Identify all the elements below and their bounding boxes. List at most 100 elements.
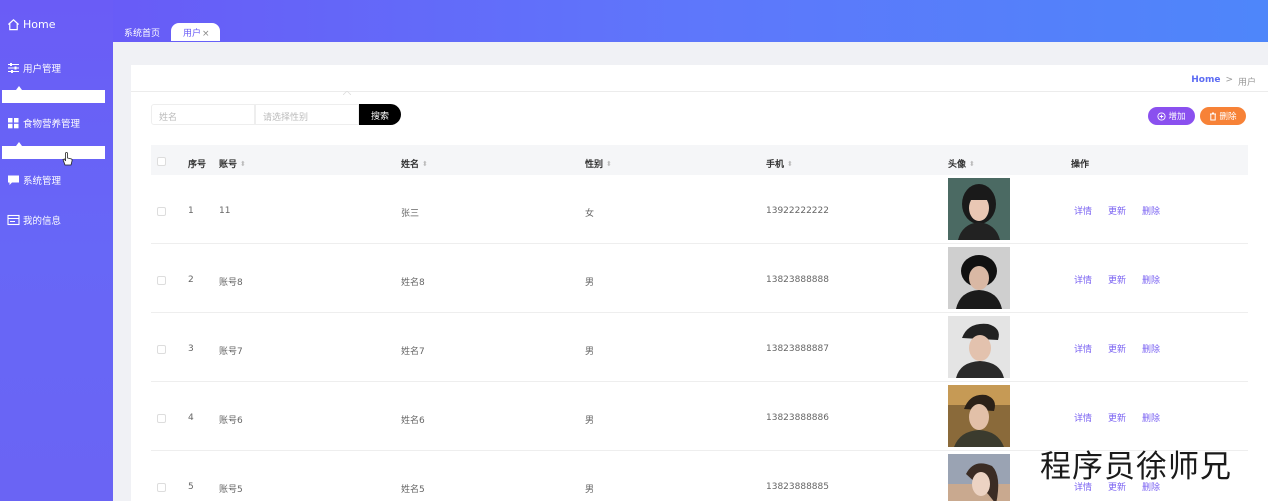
table-header: 序号 账号 ⬍ 姓名 ⬍ 性别 ⬍ 手机 ⬍ 头像 ⬍ 操作	[151, 145, 1248, 175]
plus-circle-icon	[1157, 111, 1167, 121]
update-link[interactable]: 更新	[1108, 273, 1126, 286]
cell-account: 账号6	[219, 416, 243, 426]
header-account[interactable]: 账号 ⬍	[219, 157, 246, 171]
cell-phone: 13823888887	[766, 344, 829, 354]
avatar	[948, 454, 1010, 501]
card-icon	[7, 214, 20, 226]
sidebar-item-label: 系统管理	[23, 176, 62, 187]
submenu-item[interactable]	[2, 86, 105, 103]
row-checkbox[interactable]	[157, 414, 166, 423]
search-button[interactable]: 搜索	[359, 104, 401, 125]
sidebar-item-food-nutrition[interactable]: 食物营养管理	[7, 116, 80, 130]
tab-user[interactable]: 用户×	[171, 23, 220, 41]
cell-index: 3	[188, 344, 194, 354]
row-checkbox[interactable]	[157, 276, 166, 285]
sidebar-item-system-management[interactable]: 系统管理	[7, 173, 61, 187]
cell-name: 姓名8	[401, 278, 425, 288]
row-checkbox[interactable]	[157, 483, 166, 492]
cell-name: 张三	[401, 209, 420, 219]
cell-account: 账号5	[219, 485, 243, 495]
detail-link[interactable]: 详情	[1074, 273, 1092, 286]
name-search-input[interactable]: 姓名	[151, 104, 255, 125]
cell-gender: 男	[585, 485, 595, 495]
divider	[131, 91, 1268, 92]
row-checkbox[interactable]	[157, 207, 166, 216]
tab-label: 用户	[183, 29, 202, 39]
add-button-label: 增加	[1168, 112, 1186, 122]
sidebar-item-label: 食物营养管理	[23, 119, 81, 130]
add-button[interactable]: 增加	[1148, 107, 1195, 125]
close-icon[interactable]: ×	[202, 29, 210, 39]
cell-phone: 13823888888	[766, 275, 829, 285]
cell-phone: 13823888885	[766, 482, 829, 492]
update-link[interactable]: 更新	[1108, 342, 1126, 355]
update-link[interactable]: 更新	[1108, 204, 1126, 217]
home-link[interactable]: Home	[7, 18, 55, 31]
update-link[interactable]: 更新	[1108, 411, 1126, 424]
cell-index: 4	[188, 413, 194, 423]
sort-icon: ⬍	[969, 159, 975, 168]
home-label: Home	[23, 18, 56, 31]
cell-gender: 男	[585, 347, 595, 357]
header-avatar[interactable]: 头像 ⬍	[948, 157, 975, 171]
sidebar-item-user-management[interactable]: 用户管理	[7, 61, 61, 75]
cell-gender: 男	[585, 278, 595, 288]
breadcrumb-home[interactable]: Home	[1191, 75, 1220, 88]
header-index: 序号	[188, 160, 207, 170]
cell-name: 姓名6	[401, 416, 425, 426]
sort-icon: ⬍	[422, 159, 428, 168]
header-name[interactable]: 姓名 ⬍	[401, 157, 428, 171]
cell-phone: 13823888886	[766, 413, 829, 423]
submenu-item[interactable]	[2, 142, 105, 159]
content-panel: Home > 用户 姓名 请选择性别 搜索 增加 删除 序号 账号 ⬍ 姓名 ⬍ 性…	[131, 65, 1268, 501]
chat-icon	[8, 175, 19, 185]
main-content: Home > 用户 姓名 请选择性别 搜索 增加 删除 序号 账号 ⬍ 姓名 ⬍ 性…	[113, 42, 1268, 501]
cell-gender: 男	[585, 416, 595, 426]
table-row: 1 11 张三 女 13922222222 详情 更新 删除	[151, 175, 1248, 244]
watermark-text: 程序员徐师兄	[1040, 449, 1232, 485]
cell-index: 5	[188, 482, 194, 492]
table-row: 2 账号8 姓名8 男 13823888888 详情 更新 删除	[151, 244, 1248, 313]
sidebar-item-my-info[interactable]: 我的信息	[7, 213, 61, 227]
gender-select[interactable]: 请选择性别	[255, 104, 359, 125]
row-checkbox[interactable]	[157, 345, 166, 354]
tab-system-home[interactable]: 系统首页	[124, 26, 160, 39]
header-gender[interactable]: 性别 ⬍	[585, 157, 612, 171]
header-phone[interactable]: 手机 ⬍	[766, 157, 793, 171]
delete-link[interactable]: 删除	[1142, 411, 1160, 424]
sort-icon: ⬍	[606, 159, 612, 168]
breadcrumb-current: 用户	[1237, 78, 1256, 88]
hand-cursor-icon	[62, 152, 73, 166]
cell-account: 账号7	[219, 347, 243, 357]
detail-link[interactable]: 详情	[1074, 411, 1092, 424]
delete-link[interactable]: 删除	[1142, 342, 1160, 355]
sliders-icon	[8, 63, 19, 73]
avatar	[948, 385, 1010, 447]
home-icon	[7, 19, 20, 31]
delete-link[interactable]: 删除	[1142, 204, 1160, 217]
grid-icon	[8, 118, 19, 129]
cell-account: 账号8	[219, 278, 243, 288]
cell-name: 姓名7	[401, 347, 425, 357]
sidebar: Home 用户管理 食物营养管理 系统管理 我的信息	[0, 0, 113, 501]
select-all-checkbox[interactable]	[157, 157, 166, 166]
sidebar-item-label: 我的信息	[23, 216, 62, 227]
sidebar-item-label: 用户管理	[23, 64, 62, 75]
cell-index: 1	[188, 206, 194, 216]
cell-phone: 13922222222	[766, 206, 829, 216]
breadcrumb-separator: >	[1225, 75, 1233, 85]
cell-account: 11	[219, 206, 231, 216]
avatar	[948, 178, 1010, 240]
delete-button[interactable]: 删除	[1200, 107, 1246, 125]
avatar	[948, 247, 1010, 309]
chevron-up-icon	[343, 91, 351, 95]
header-actions: 操作	[1071, 160, 1090, 170]
delete-button-label: 删除	[1219, 112, 1237, 122]
detail-link[interactable]: 详情	[1074, 342, 1092, 355]
avatar	[948, 316, 1010, 378]
detail-link[interactable]: 详情	[1074, 204, 1092, 217]
delete-link[interactable]: 删除	[1142, 273, 1160, 286]
sort-icon: ⬍	[240, 159, 246, 168]
cell-index: 2	[188, 275, 194, 285]
trash-icon	[1210, 112, 1217, 120]
